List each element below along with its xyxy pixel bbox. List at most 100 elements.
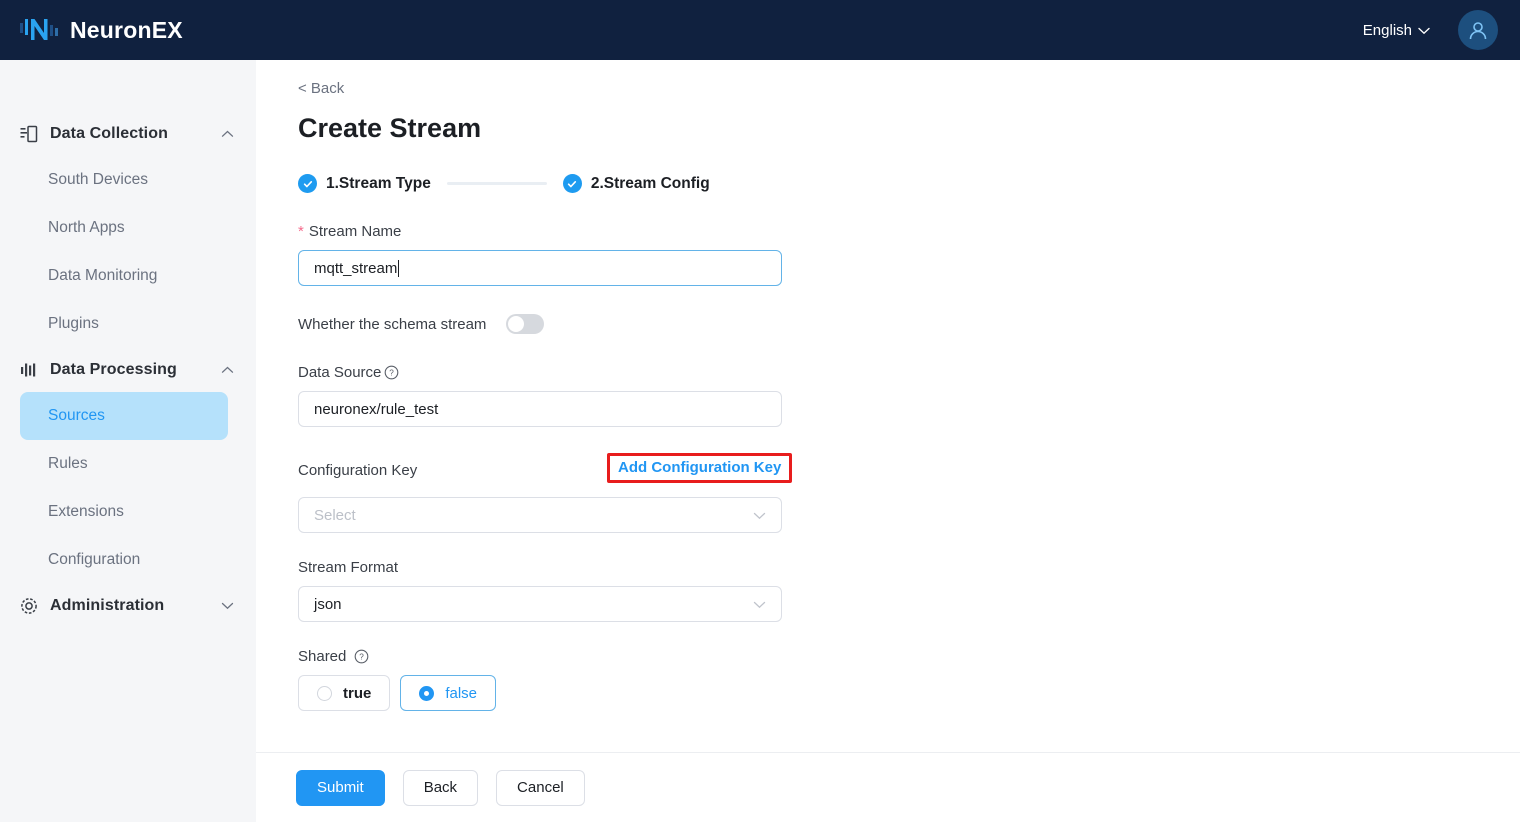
schema-stream-row: Whether the schema stream <box>298 314 1520 334</box>
shared-radio-group: true false <box>298 675 1520 711</box>
question-mark-icon[interactable]: ? <box>354 649 369 664</box>
neuronex-logo-icon <box>18 15 62 45</box>
radio-label: false <box>445 685 477 702</box>
add-configuration-key-link[interactable]: Add Configuration Key <box>618 459 781 476</box>
step-indicator: 1.Stream Type 2.Stream Config <box>298 174 1520 193</box>
radio-indicator <box>419 686 434 701</box>
sidebar-item-extensions[interactable]: Extensions <box>20 488 228 536</box>
language-selector[interactable]: English <box>1363 22 1430 39</box>
chevron-up-icon <box>221 361 234 379</box>
configuration-key-placeholder: Select <box>314 507 356 524</box>
sidebar-group-label: Administration <box>50 597 164 615</box>
configuration-key-select[interactable]: Select <box>298 497 782 533</box>
sidebar: Data Collection South Devices North Apps… <box>0 60 256 822</box>
sidebar-item-label: Data Monitoring <box>48 267 157 285</box>
language-label: English <box>1363 22 1412 39</box>
data-source-value: neuronex/rule_test <box>314 401 438 418</box>
sidebar-item-north-apps[interactable]: North Apps <box>20 204 228 252</box>
schema-stream-toggle[interactable] <box>506 314 544 334</box>
shared-label: Shared ? <box>298 648 1520 665</box>
stream-format-label: Stream Format <box>298 559 1520 576</box>
sidebar-item-label: North Apps <box>48 219 125 237</box>
chevron-down-icon <box>753 507 766 524</box>
radio-label: true <box>343 685 371 702</box>
gear-icon <box>18 595 40 617</box>
step-label: 1.Stream Type <box>326 175 431 193</box>
user-avatar-icon[interactable] <box>1458 10 1498 50</box>
sidebar-item-label: Plugins <box>48 315 99 333</box>
top-bar: NeuronEX English <box>0 0 1520 60</box>
field-configuration-key: Configuration Key Add Configuration Key … <box>298 453 1520 533</box>
stream-name-label: * Stream Name <box>298 223 1520 240</box>
sidebar-group-label: Data Processing <box>50 361 177 379</box>
step-check-icon <box>563 174 582 193</box>
sidebar-item-configuration[interactable]: Configuration <box>20 536 228 584</box>
label-text: Data Source <box>298 364 381 381</box>
topbar-right: English <box>1363 10 1520 50</box>
field-stream-format: Stream Format json <box>298 559 1520 622</box>
submit-button[interactable]: Submit <box>296 770 385 806</box>
step-check-icon <box>298 174 317 193</box>
label-text: Stream Format <box>298 559 398 576</box>
data-source-input[interactable]: neuronex/rule_test <box>298 391 782 427</box>
chevron-down-icon <box>753 596 766 613</box>
stream-format-select[interactable]: json <box>298 586 782 622</box>
back-button[interactable]: Back <box>403 770 478 806</box>
shared-option-true[interactable]: true <box>298 675 390 711</box>
radio-indicator <box>317 686 332 701</box>
label-text: Stream Name <box>309 223 402 240</box>
app-root: NeuronEX English <box>0 0 1520 822</box>
schema-stream-label: Whether the schema stream <box>298 316 486 333</box>
sidebar-group-label: Data Collection <box>50 125 168 143</box>
sidebar-item-label: Rules <box>48 455 88 473</box>
brand-name: NeuronEX <box>70 17 183 44</box>
required-marker: * <box>298 224 304 239</box>
label-text: Shared <box>298 648 346 665</box>
step-stream-type[interactable]: 1.Stream Type <box>298 174 431 193</box>
step-label: 2.Stream Config <box>591 175 710 193</box>
cancel-button[interactable]: Cancel <box>496 770 585 806</box>
sidebar-item-label: Sources <box>48 407 105 425</box>
data-collection-icon <box>18 123 40 145</box>
chevron-down-icon <box>1418 22 1430 39</box>
sidebar-item-plugins[interactable]: Plugins <box>20 300 228 348</box>
sidebar-item-sources[interactable]: Sources <box>20 392 228 440</box>
sidebar-item-data-monitoring[interactable]: Data Monitoring <box>20 252 228 300</box>
step-stream-config[interactable]: 2.Stream Config <box>563 174 710 193</box>
sidebar-item-label: South Devices <box>48 171 148 189</box>
footer-actions: Submit Back Cancel <box>256 752 1520 822</box>
stream-name-input[interactable]: mqtt_stream <box>298 250 782 286</box>
stream-format-value: json <box>314 596 342 613</box>
configuration-key-label: Configuration Key <box>298 462 417 479</box>
stream-name-value: mqtt_stream <box>314 260 397 277</box>
configuration-key-header: Configuration Key Add Configuration Key <box>298 453 782 487</box>
data-source-label: Data Source ? <box>298 364 1520 381</box>
field-data-source: Data Source ? neuronex/rule_test <box>298 364 1520 427</box>
sidebar-item-rules[interactable]: Rules <box>20 440 228 488</box>
sidebar-item-label: Configuration <box>48 551 140 569</box>
chevron-up-icon <box>221 125 234 143</box>
sidebar-group-administration[interactable]: Administration <box>0 584 256 628</box>
data-processing-icon <box>18 359 40 381</box>
field-shared: Shared ? true false <box>298 648 1520 711</box>
svg-text:?: ? <box>390 369 395 378</box>
question-mark-icon[interactable]: ? <box>384 365 399 380</box>
back-link[interactable]: < Back <box>298 80 344 97</box>
toggle-knob <box>508 316 524 332</box>
step-connector <box>447 182 547 185</box>
chevron-down-icon <box>221 597 234 615</box>
sidebar-item-label: Extensions <box>48 503 124 521</box>
svg-text:?: ? <box>360 653 365 662</box>
form-area: < Back Create Stream 1.Stream Type 2.Str… <box>256 60 1520 711</box>
sidebar-group-data-processing[interactable]: Data Processing <box>0 348 256 392</box>
add-configuration-key-highlight: Add Configuration Key <box>607 453 792 483</box>
main-content: < Back Create Stream 1.Stream Type 2.Str… <box>256 60 1520 822</box>
page-title: Create Stream <box>298 113 1520 144</box>
sidebar-item-south-devices[interactable]: South Devices <box>20 156 228 204</box>
sidebar-group-data-collection[interactable]: Data Collection <box>0 112 256 156</box>
field-stream-name: * Stream Name mqtt_stream <box>298 223 1520 286</box>
field-schema-stream: Whether the schema stream <box>298 314 1520 334</box>
brand: NeuronEX <box>0 15 183 45</box>
text-caret <box>398 260 399 277</box>
shared-option-false[interactable]: false <box>400 675 496 711</box>
